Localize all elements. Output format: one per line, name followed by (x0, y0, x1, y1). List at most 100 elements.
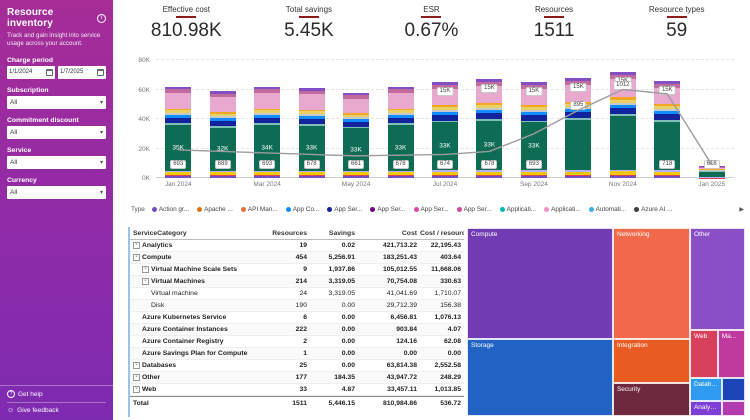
bar-sep-2024[interactable]: 33K 15K 693 (520, 82, 547, 178)
bar-mar-2024[interactable]: 34K 693 (254, 86, 281, 178)
treemap-node-compute[interactable]: Compute (467, 228, 613, 339)
treemap-node-web[interactable]: Web (689, 330, 718, 379)
legend-item-app-co[interactable]: App Co... (285, 206, 319, 213)
column-header-savings[interactable]: Savings (310, 230, 358, 237)
row-name-cell: - Virtual Machine Scale Sets (130, 266, 270, 273)
bar-segment-navy (520, 114, 547, 121)
collapse-toggle[interactable]: - (133, 374, 140, 381)
bar-segment-lavender (209, 171, 236, 173)
legend-item-apache[interactable]: Apache ... (197, 206, 233, 213)
chevron-down-icon: ▾ (99, 129, 103, 136)
row-name-cell: - Compute (130, 254, 270, 261)
bar-segment-purple (520, 176, 547, 178)
column-header-cost-resource[interactable]: Cost / resource (420, 230, 464, 237)
bar-segment-top-pink: 15K (520, 86, 547, 106)
bar-may-2024[interactable]: 33K 661 (343, 92, 370, 178)
bar-apr-2024[interactable]: 33K 678 (298, 88, 325, 178)
bar-feb-2024[interactable]: 32K 689 (209, 91, 236, 178)
treemap-node-integration[interactable]: Integration (612, 338, 690, 384)
table-row-virtual-machine[interactable]: Virtual machine 24 3,319.05 41,041.69 1,710.… (130, 288, 464, 300)
kpi-inner: ESR 0.67% (405, 5, 459, 54)
table-row-azure-kubernetes-service[interactable]: Azure Kubernetes Service 6 0.00 6,456.81 1,0… (130, 312, 464, 324)
legend-scroll-right-icon[interactable]: ▶ (739, 206, 744, 213)
table-row-databases[interactable]: - Databases 25 0.00 63,814.38 2,552.58 (130, 360, 464, 372)
legend-item-action-gr[interactable]: Action gr... (151, 206, 189, 213)
column-header-cost[interactable]: Cost (358, 230, 420, 237)
cell-resources: 190 (295, 302, 307, 309)
legend-item-applicati[interactable]: Applicati... (544, 206, 581, 213)
treemap-node-databas[interactable]: Databas... (689, 378, 722, 401)
legend-item-api-man[interactable]: API Man... (240, 206, 278, 213)
collapse-toggle[interactable]: - (133, 362, 140, 369)
legend-item-app-ser[interactable]: App Ser... (370, 206, 406, 213)
table-row-virtual-machine-scale-sets[interactable]: - Virtual Machine Scale Sets 9 1,937.86 105,… (130, 264, 464, 276)
legend-item-applicati[interactable]: Applicati... (499, 206, 536, 213)
currency-dropdown[interactable]: All ▾ (7, 185, 106, 199)
bar-segment-navy (165, 117, 192, 124)
column-header-servicecategory[interactable]: ServiceCategory (130, 230, 270, 237)
bar-top-label: 15K (436, 86, 454, 96)
treemap-node-label: Ma... (721, 333, 737, 341)
bar-jul-2024[interactable]: 33K 15K 674 (432, 82, 458, 178)
column-header-resources[interactable]: Resources (270, 230, 310, 237)
service-dropdown[interactable]: All ▾ (7, 155, 106, 169)
bar-segment-lavender (387, 170, 414, 173)
collapse-toggle[interactable]: - (133, 242, 140, 249)
treemap-node-ma[interactable]: Ma... (717, 330, 745, 379)
bar-segment-yellow (343, 172, 370, 176)
bar-segment-rose (387, 89, 414, 94)
legend-item-app-ser[interactable]: App Ser... (456, 206, 492, 213)
table-row-other[interactable]: - Other 177 184.35 43,947.72 248.29 (130, 372, 464, 384)
cell-cost: 70,754.08 (386, 278, 417, 285)
commitment-discount-dropdown[interactable]: All ▾ (7, 125, 106, 139)
table-row-azure-savings-plan-for-compute[interactable]: Azure Savings Plan for Compute 1 0.00 0.00 0… (130, 348, 464, 360)
info-icon[interactable]: i (97, 13, 106, 23)
bar-nov-2024[interactable]: 15K1012 (609, 71, 636, 178)
collapse-toggle[interactable]: - (142, 278, 149, 285)
bar-segment-lavender (609, 169, 636, 172)
legend-item-azure-ai[interactable]: Azure AI ... (634, 206, 672, 213)
bar-jan-2024[interactable]: 35K 693 (165, 86, 192, 178)
row-name: Compute (142, 254, 172, 261)
treemap-node-storage[interactable]: Storage (467, 338, 613, 416)
bar-segment-gray (165, 113, 192, 115)
table-row-web[interactable]: - Web 33 4.87 33,457.11 1,013.85 (130, 384, 464, 396)
treemap-node-other[interactable]: Other (689, 228, 745, 331)
bar-segment-blue (387, 114, 414, 118)
legend-swatch (370, 207, 376, 212)
table-row-azure-container-registry[interactable]: Azure Container Registry 2 0.00 124.16 62.08 (130, 336, 464, 348)
bar-segment-lavender (520, 170, 547, 172)
get-help-link[interactable]: ? Get help (7, 388, 106, 400)
collapse-toggle[interactable]: - (142, 266, 149, 273)
bar-segment-top-pink (165, 93, 192, 109)
table-row-compute[interactable]: - Compute 454 5,256.91 183,251.43 403.64 (130, 252, 464, 264)
bar-aug-2024[interactable]: 33K 15K 678 (476, 79, 503, 178)
date-from-value: 1/1/2024 (9, 69, 33, 76)
cell-cost_per_resource: 4.07 (447, 326, 461, 333)
table-row-virtual-machines[interactable]: - Virtual Machines 214 3,319.05 70,754.08 330… (130, 276, 464, 288)
date-from-input[interactable]: 1/1/2024 (7, 65, 55, 79)
bar-jan-2025[interactable]: 616 (698, 160, 725, 178)
bar-jun-2024[interactable]: 33K 678 (387, 86, 414, 178)
table-row-analytics[interactable]: - Analytics 19 0.02 421,713.22 22,195.43 (130, 240, 464, 252)
treemap-node-security[interactable]: Security (612, 383, 690, 416)
bar-segment-yellow (298, 172, 325, 176)
bar-oct-2024[interactable]: 15K 895 (565, 77, 592, 178)
collapse-toggle[interactable]: - (133, 254, 140, 261)
legend-item-app-ser[interactable]: App Ser... (413, 206, 449, 213)
table-row-disk[interactable]: Disk 190 0.00 29,712.39 156.38 (130, 300, 464, 312)
legend-item-app-ser[interactable]: App Ser... (327, 206, 362, 213)
date-to-input[interactable]: 1/7/2025 (58, 65, 106, 79)
bar-value-label: 32K (216, 145, 229, 153)
table-row-azure-container-instances[interactable]: Azure Container Instances 222 0.00 903.84 4.… (130, 324, 464, 336)
treemap-node-analytics[interactable]: Analytics (689, 400, 722, 416)
treemap-node-unlabeled[interactable] (721, 378, 745, 401)
treemap-node-unlabeled[interactable] (721, 400, 745, 416)
treemap-node-networking[interactable]: Networking (612, 228, 690, 339)
bar-dec-2024[interactable]: 15K 718 (654, 80, 681, 178)
give-feedback-link[interactable]: ☺ Give feedback (7, 405, 106, 416)
bar-segment-orange (298, 109, 325, 112)
subscription-dropdown[interactable]: All ▾ (7, 95, 106, 109)
legend-item-automati[interactable]: Automati... (588, 206, 626, 213)
collapse-toggle[interactable]: - (133, 386, 140, 393)
